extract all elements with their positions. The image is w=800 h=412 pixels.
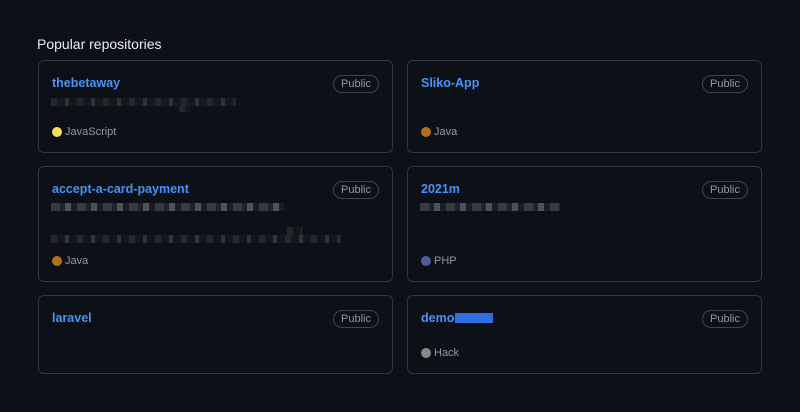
repo-card-thebetaway: thebetaway Public JavaScript bbox=[38, 60, 393, 153]
repo-name-text: demo bbox=[421, 311, 455, 325]
repo-name-link[interactable]: 2021m bbox=[421, 182, 460, 196]
repo-card-2021m: 2021m Public PHP bbox=[407, 166, 762, 282]
redacted-name-suffix bbox=[455, 313, 494, 323]
redacted-description bbox=[420, 203, 560, 211]
visibility-badge: Public bbox=[702, 310, 748, 328]
visibility-badge: Public bbox=[702, 181, 748, 199]
language-color-dot bbox=[421, 348, 431, 358]
language-label: Hack bbox=[434, 347, 460, 359]
section-title: Popular repositories bbox=[37, 36, 162, 52]
repo-name-link[interactable]: demo bbox=[421, 311, 494, 325]
language-color-dot bbox=[52, 256, 62, 266]
repo-card-demo: demo Public Hack bbox=[407, 295, 762, 374]
popular-repositories-section: Popular repositories thebetaway Public J… bbox=[0, 0, 800, 412]
redacted-description bbox=[51, 235, 341, 243]
language-label: PHP bbox=[434, 255, 457, 267]
visibility-badge: Public bbox=[333, 310, 379, 328]
repo-name-link[interactable]: accept-a-card-payment bbox=[52, 182, 189, 196]
repo-card-accept-a-card-payment: accept-a-card-payment Public Java bbox=[38, 166, 393, 282]
visibility-badge: Public bbox=[702, 75, 748, 93]
redacted-description bbox=[179, 106, 191, 112]
redacted-description bbox=[287, 227, 302, 235]
repo-card-laravel: laravel Public bbox=[38, 295, 393, 374]
language-label: Java bbox=[434, 126, 458, 138]
repo-name-link[interactable]: laravel bbox=[52, 311, 92, 325]
repo-name-link[interactable]: Sliko-App bbox=[421, 76, 479, 90]
visibility-badge: Public bbox=[333, 75, 379, 93]
repo-language: PHP bbox=[421, 255, 457, 267]
repo-card-sliko-app: Sliko-App Public Java bbox=[407, 60, 762, 153]
repo-language: Java bbox=[52, 255, 88, 267]
language-color-dot bbox=[421, 127, 431, 137]
redacted-description bbox=[51, 98, 236, 106]
language-color-dot bbox=[421, 256, 431, 266]
language-label: Java bbox=[65, 255, 89, 267]
redacted-description bbox=[51, 203, 284, 211]
repo-language: Hack bbox=[421, 347, 459, 359]
repo-name-link[interactable]: thebetaway bbox=[52, 76, 120, 90]
repo-language: JavaScript bbox=[52, 126, 116, 138]
language-label: JavaScript bbox=[65, 126, 117, 138]
visibility-badge: Public bbox=[333, 181, 379, 199]
language-color-dot bbox=[52, 127, 62, 137]
repo-language: Java bbox=[421, 126, 457, 138]
